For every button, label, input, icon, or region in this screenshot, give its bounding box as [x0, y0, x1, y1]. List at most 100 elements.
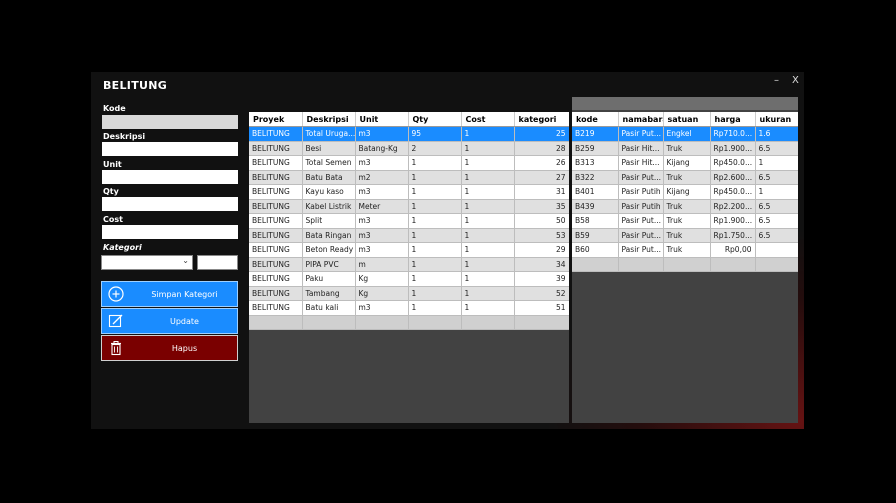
table-row[interactable]: BELITUNG Kayu kaso m3 1 1 31: [249, 184, 569, 200]
table-row[interactable]: BELITUNG Kabel Listrik Meter 1 1 35: [249, 199, 569, 214]
table-cell[interactable]: BELITUNG: [249, 213, 303, 229]
table-cell[interactable]: 1: [408, 213, 462, 229]
table-cell[interactable]: 31: [514, 184, 569, 200]
update-button[interactable]: Update: [101, 308, 238, 334]
table-row[interactable]: BELITUNG Split m3 1 1 50: [249, 213, 569, 229]
table-cell[interactable]: 26: [514, 155, 569, 171]
table-cell[interactable]: 27: [514, 170, 569, 185]
table-cell[interactable]: 1: [461, 286, 515, 301]
table-cell[interactable]: BELITUNG: [249, 242, 303, 258]
column-header[interactable]: harga: [710, 112, 756, 127]
table-cell[interactable]: 52: [514, 286, 569, 301]
table-row[interactable]: B259 Pasir Hit... Truk Rp1.900... 6.5: [572, 141, 798, 156]
table-cell[interactable]: BELITUNG: [249, 257, 303, 272]
table-cell[interactable]: m3: [355, 213, 409, 229]
table-cell[interactable]: BELITUNG: [249, 199, 303, 214]
table-cell[interactable]: Pasir Put...: [618, 242, 664, 258]
cost-field[interactable]: [102, 225, 238, 239]
table-cell[interactable]: 1: [461, 199, 515, 214]
table-cell[interactable]: Pasir Hit...: [618, 141, 664, 156]
table-row[interactable]: B439 Pasir Putih Truk Rp2.200... 6.5: [572, 199, 798, 214]
table-cell[interactable]: Bata Ringan: [302, 228, 356, 243]
unit-field[interactable]: [102, 170, 238, 184]
table-row[interactable]: B401 Pasir Putih Kijang Rp450.0... 1: [572, 184, 798, 200]
table-cell[interactable]: 1.6: [755, 126, 798, 142]
table-cell[interactable]: 1: [408, 184, 462, 200]
table-cell[interactable]: 6.5: [755, 141, 798, 156]
new-row[interactable]: [572, 257, 798, 272]
column-header[interactable]: satuan: [663, 112, 711, 127]
table-cell[interactable]: 6.5: [755, 213, 798, 229]
table-cell[interactable]: Meter: [355, 199, 409, 214]
table-cell[interactable]: B322: [572, 170, 619, 185]
table-cell[interactable]: m: [355, 257, 409, 272]
table-cell[interactable]: 95: [408, 126, 462, 142]
table-cell[interactable]: [461, 315, 515, 330]
table-cell[interactable]: Truk: [663, 141, 711, 156]
table-cell[interactable]: Pasir Put...: [618, 228, 664, 243]
table-cell[interactable]: 1: [408, 271, 462, 287]
table-cell[interactable]: Kayu kaso: [302, 184, 356, 200]
qty-field[interactable]: [102, 197, 238, 211]
table-cell[interactable]: 35: [514, 199, 569, 214]
table-cell[interactable]: Rp450.0...: [710, 155, 756, 171]
table-cell[interactable]: Pasir Put...: [618, 126, 664, 142]
table-cell[interactable]: 1: [461, 155, 515, 171]
table-row[interactable]: BELITUNG Paku Kg 1 1 39: [249, 271, 569, 287]
table-cell[interactable]: B58: [572, 213, 619, 229]
table-cell[interactable]: Besi: [302, 141, 356, 156]
table-cell[interactable]: Kijang: [663, 155, 711, 171]
table-cell[interactable]: 29: [514, 242, 569, 258]
table-cell[interactable]: m3: [355, 184, 409, 200]
column-header[interactable]: Cost: [461, 112, 515, 127]
table-row[interactable]: B313 Pasir Hit... Kijang Rp450.0... 1: [572, 155, 798, 171]
table-cell[interactable]: [355, 315, 409, 330]
table-cell[interactable]: [514, 315, 569, 330]
table-cell[interactable]: B219: [572, 126, 619, 142]
table-cell[interactable]: Pasir Putih: [618, 199, 664, 214]
table-cell[interactable]: 6.5: [755, 170, 798, 185]
table-cell[interactable]: 39: [514, 271, 569, 287]
table-cell[interactable]: 1: [408, 228, 462, 243]
table-cell[interactable]: Kg: [355, 286, 409, 301]
table-row[interactable]: BELITUNG Batu kali m3 1 1 51: [249, 300, 569, 316]
table-cell[interactable]: Batu kali: [302, 300, 356, 316]
table-row[interactable]: BELITUNG Beton Ready m3 1 1 29: [249, 242, 569, 258]
table-cell[interactable]: Engkel: [663, 126, 711, 142]
table-cell[interactable]: 1: [408, 170, 462, 185]
table-cell[interactable]: B60: [572, 242, 619, 258]
column-header[interactable]: ukuran: [755, 112, 798, 127]
table-cell[interactable]: 1: [461, 257, 515, 272]
kode-field[interactable]: [102, 115, 238, 129]
table-cell[interactable]: Total Semen: [302, 155, 356, 171]
column-header[interactable]: Deskripsi: [302, 112, 356, 127]
table-cell[interactable]: 1: [461, 170, 515, 185]
column-header[interactable]: kategori: [514, 112, 569, 127]
table-cell[interactable]: 1: [461, 213, 515, 229]
table-cell[interactable]: [572, 257, 619, 272]
table-cell[interactable]: Pasir Hit...: [618, 155, 664, 171]
barang-grid[interactable]: kodenamabarangsatuanhargaukuran B219Pasi…: [572, 97, 798, 423]
column-header[interactable]: Proyek: [249, 112, 303, 127]
table-cell[interactable]: Truk: [663, 228, 711, 243]
table-cell[interactable]: B401: [572, 184, 619, 200]
table-cell[interactable]: [755, 242, 798, 258]
table-cell[interactable]: B313: [572, 155, 619, 171]
table-cell[interactable]: 51: [514, 300, 569, 316]
table-cell[interactable]: Split: [302, 213, 356, 229]
table-cell[interactable]: 1: [408, 155, 462, 171]
table-cell[interactable]: Rp1.750...: [710, 228, 756, 243]
table-row[interactable]: BELITUNG PIPA PVC m 1 1 34: [249, 257, 569, 272]
table-cell[interactable]: 1: [461, 126, 515, 142]
table-cell[interactable]: 1: [408, 300, 462, 316]
table-row[interactable]: B60 Pasir Put... Truk Rp0,00: [572, 242, 798, 258]
table-row[interactable]: B58 Pasir Put... Truk Rp1.900... 6.5: [572, 213, 798, 229]
table-cell[interactable]: PIPA PVC: [302, 257, 356, 272]
table-cell[interactable]: Truk: [663, 199, 711, 214]
table-row[interactable]: BELITUNG Bata Ringan m3 1 1 53: [249, 228, 569, 243]
column-header[interactable]: Qty: [408, 112, 462, 127]
simpan-kategori-button[interactable]: Simpan Kategori: [101, 281, 238, 307]
table-cell[interactable]: Rp450.0...: [710, 184, 756, 200]
table-cell[interactable]: Kabel Listrik: [302, 199, 356, 214]
table-cell[interactable]: 1: [408, 286, 462, 301]
